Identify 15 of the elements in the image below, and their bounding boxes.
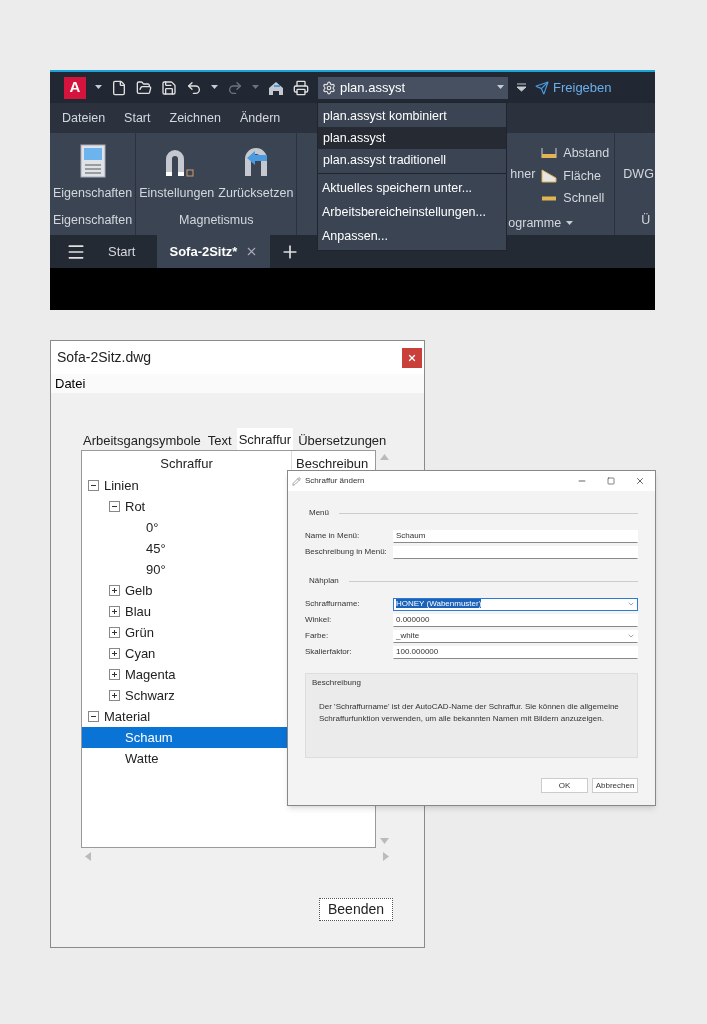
section-title: Menü <box>308 507 329 519</box>
description-text: Der 'Schraffurname' ist der AutoCAD-Name der Schraffur. Sie können die allgemeine Schraffurfunktion verwenden, um alle bekannten Namen mit Bildern anzuzeigen. <box>319 701 620 725</box>
section-title: Nähplan <box>308 575 339 587</box>
dialog-title: Schraffur ändern <box>304 475 366 487</box>
field-label: Name in Menü: <box>305 530 361 542</box>
field-label: Winkel: <box>305 614 333 626</box>
panel-title: Magnetismus <box>178 212 255 229</box>
panel-title: Ü <box>640 212 652 229</box>
field-label: Farbe: <box>305 630 330 642</box>
group-title: Beschreibung <box>312 677 362 689</box>
window-title: Sofa-2Sitz.dwg <box>57 348 152 367</box>
field-label: Skalierfaktor: <box>305 646 353 658</box>
field-label: Schraffurname: <box>305 598 361 610</box>
panel-title: Eigenschaften <box>53 212 133 229</box>
field-label: Beschreibung in Menü: <box>305 546 388 558</box>
